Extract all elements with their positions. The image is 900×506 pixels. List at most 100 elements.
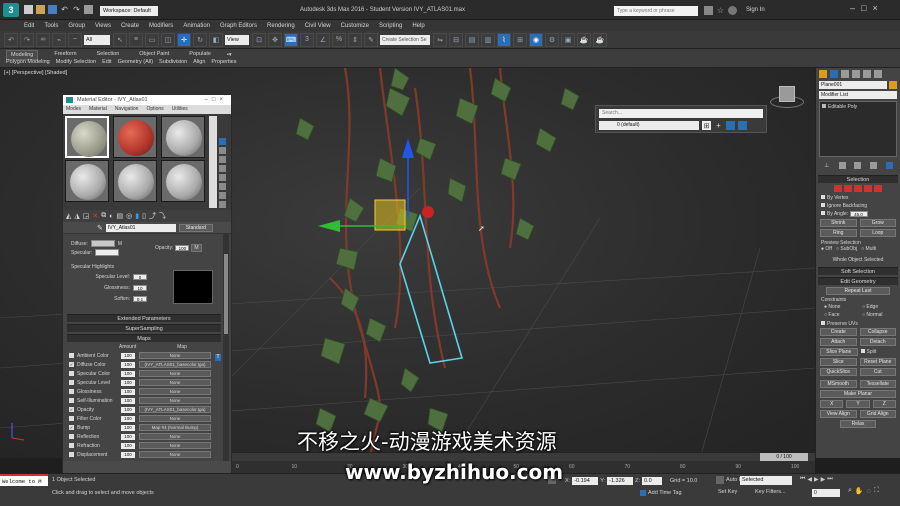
select-object-icon[interactable]: ↖ [113, 32, 127, 47]
material-editor-icon[interactable]: ◉ [529, 32, 543, 47]
diffuse-map-button[interactable]: M [118, 241, 122, 247]
hierarchy-tab-icon[interactable] [841, 70, 849, 78]
sample-slot-3[interactable] [161, 116, 205, 158]
eyedropper-icon[interactable]: ✎ [97, 224, 103, 232]
constraint-normal-radio[interactable]: ○ Normal [862, 311, 900, 319]
key-mode-dropdown[interactable]: Selected [740, 476, 792, 485]
select-by-material-icon[interactable] [219, 201, 226, 208]
constraint-none-radio[interactable]: ● None [824, 303, 862, 311]
z-input[interactable]: 0.0 [642, 477, 662, 485]
soften-spinner[interactable]: 0.1 [133, 296, 147, 302]
ribbon-panel-modify-selection[interactable]: Modify Selection [56, 59, 96, 65]
spinner-snap-icon[interactable]: ⇕ [348, 32, 362, 47]
sample-slots-scrollbar[interactable] [209, 116, 217, 208]
me-minimize-icon[interactable]: – [205, 95, 212, 105]
me-menu-utilities[interactable]: Utilities [172, 105, 188, 114]
map-slot-button[interactable]: None [139, 370, 211, 377]
window-crossing-icon[interactable]: ◫ [161, 32, 175, 47]
maximize-viewport-icon[interactable]: ⛶ [874, 487, 879, 495]
put-to-library-icon[interactable]: ▤ [117, 212, 124, 220]
shrink-button[interactable]: Shrink [820, 219, 857, 227]
diffuse-swatch[interactable] [90, 240, 115, 247]
glossiness-spinner[interactable]: 10 [133, 285, 147, 291]
quickslice-button[interactable]: QuickSlice [820, 368, 857, 376]
map-slot-button[interactable]: None [139, 451, 211, 458]
video-color-check-icon[interactable] [219, 174, 226, 181]
time-slider-handle[interactable]: 0 / 100 [760, 453, 808, 461]
map-enable-checkbox[interactable] [69, 443, 74, 448]
planarize-x-button[interactable]: X [820, 400, 844, 408]
reset-map-icon[interactable]: ✕ [92, 212, 98, 220]
map-amount-spinner[interactable]: 100 [121, 388, 135, 395]
me-menu-navigation[interactable]: Navigation [115, 105, 139, 114]
save-file-icon[interactable] [48, 5, 57, 14]
menu-modifiers[interactable]: Modifiers [149, 23, 173, 29]
pin-stack-icon[interactable]: ⊥ [823, 162, 830, 169]
menu-rendering[interactable]: Rendering [267, 23, 295, 29]
go-to-end-icon[interactable]: ⏭ [827, 476, 832, 483]
mirror-icon[interactable]: ⇋ [433, 32, 447, 47]
menu-help[interactable]: Help [412, 23, 424, 29]
schematic-view-icon[interactable]: ⊞ [513, 32, 527, 47]
object-color-swatch[interactable] [889, 81, 897, 89]
ribbon-panel-geometry[interactable]: Geometry (All) [118, 59, 153, 65]
map-slot-button[interactable]: None [139, 397, 211, 404]
map-enable-checkbox[interactable] [69, 452, 74, 457]
collapse-button[interactable]: Collapse [859, 328, 896, 336]
me-menu-modes[interactable]: Modes [66, 105, 81, 114]
map-enable-checkbox[interactable] [69, 371, 74, 376]
map-slot-button[interactable]: (IVY_ATLAS01_basecolor.tga) [139, 406, 211, 413]
menu-civil-view[interactable]: Civil View [305, 23, 331, 29]
create-button[interactable]: Create [820, 328, 857, 336]
element-mode-icon[interactable] [874, 185, 882, 192]
angle-snap-icon[interactable]: ∠ [316, 32, 330, 47]
planarize-z-button[interactable]: Z [872, 400, 896, 408]
map-slot-button[interactable]: Map #4 (Normal Bump) [139, 424, 211, 431]
map-slot-button[interactable]: None [139, 388, 211, 395]
pan-icon[interactable]: ✋ [855, 487, 864, 495]
map-amount-spinner[interactable]: 100 [121, 352, 135, 359]
me-options-icon[interactable] [219, 192, 226, 199]
preview-multi-radio[interactable]: ○ Multi [861, 246, 876, 252]
map-enable-checkbox[interactable] [69, 416, 74, 421]
layer-dropdown[interactable]: 0 (default) [599, 121, 699, 130]
named-selection-dropdown[interactable]: Create Selection Se [380, 34, 430, 45]
slice-button[interactable]: Slice [820, 358, 857, 366]
map-amount-spinner[interactable]: 100 [121, 406, 135, 413]
constraint-face-radio[interactable]: ○ Face [824, 311, 862, 319]
layer-new-icon[interactable]: + [714, 121, 723, 130]
x-input[interactable]: -0.194 [572, 477, 599, 485]
maximize-icon[interactable]: □ [861, 3, 866, 13]
sample-slot-6[interactable] [161, 160, 205, 202]
map-amount-spinner[interactable]: 100 [121, 433, 135, 440]
ribbon-panel-properties[interactable]: Properties [211, 59, 236, 65]
y-input[interactable]: -1.326 [607, 477, 634, 485]
layer-select-icon[interactable] [726, 121, 735, 130]
constraint-edge-radio[interactable]: ○ Edge [862, 303, 900, 311]
show-end-result-icon[interactable]: ▯ [142, 212, 146, 220]
me-menu-options[interactable]: Options [146, 105, 163, 114]
select-move-icon[interactable]: ✛ [177, 32, 191, 47]
repeat-last-button[interactable]: Repeat Last [826, 287, 890, 295]
layer-add-icon[interactable]: ⊞ [702, 121, 711, 130]
percent-snap-icon[interactable]: % [332, 32, 346, 47]
planarize-y-button[interactable]: Y [846, 400, 870, 408]
material-name-input[interactable]: IVY_Atlas01 [105, 223, 176, 232]
rendered-frame-icon[interactable]: ▣ [561, 32, 575, 47]
map-enable-checkbox[interactable] [69, 389, 74, 394]
toggle-ribbon-icon[interactable]: ▥ [481, 32, 495, 47]
menu-graph-editors[interactable]: Graph Editors [220, 23, 257, 29]
map-slot-button[interactable]: None [139, 415, 211, 422]
play-icon[interactable]: ▶ [814, 476, 819, 483]
link-icon[interactable]: ∞ [36, 32, 50, 47]
view-align-button[interactable]: View Align [820, 410, 857, 418]
configure-sets-icon[interactable] [885, 162, 893, 169]
supersampling-rollout[interactable]: SuperSampling [67, 324, 221, 332]
user-icon[interactable] [728, 6, 737, 15]
background-icon[interactable] [219, 156, 226, 163]
select-manipulate-icon[interactable]: ✥ [268, 32, 282, 47]
lock-t-button[interactable]: T [215, 354, 221, 361]
go-to-start-icon[interactable]: ⏮ [800, 476, 805, 483]
relax-button[interactable]: Relax [840, 420, 876, 428]
layer-highlight-icon[interactable] [738, 121, 747, 130]
